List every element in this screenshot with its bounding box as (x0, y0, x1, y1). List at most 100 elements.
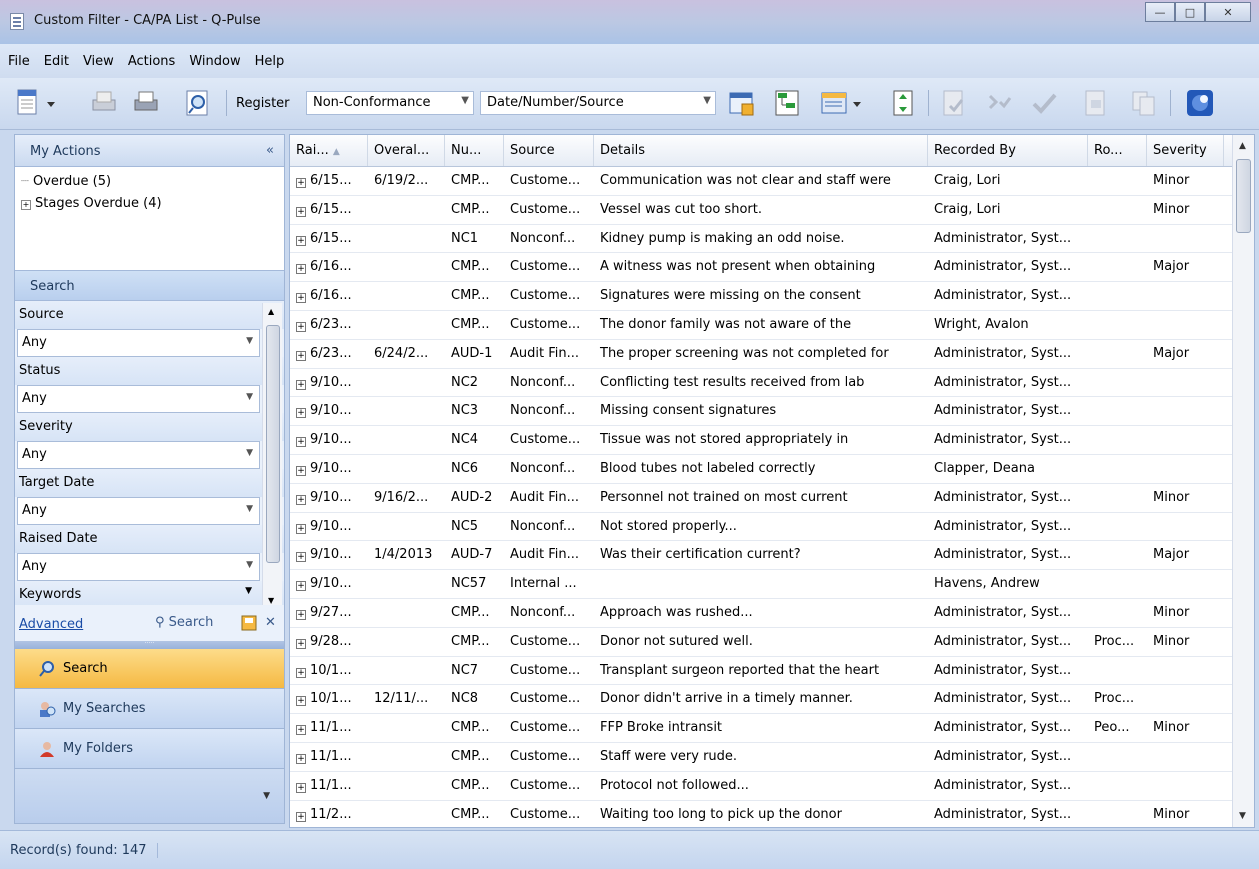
table-row[interactable]: +9/27... CMP... Nonconf... Approach was rus… (290, 599, 1254, 628)
table-row[interactable]: +10/1... 12/11/... NC8 Custome... Donor didn… (290, 685, 1254, 715)
tree-item-overdue[interactable]: ┈ Overdue (5) (21, 171, 278, 193)
expand-row-icon[interactable]: + (296, 494, 306, 505)
collapse-panel-button[interactable]: « (266, 143, 274, 158)
table-row[interactable]: +6/15... CMP... Custome... Vessel was cut t… (290, 196, 1254, 225)
chevron-down-icon[interactable]: ▼ (245, 586, 252, 596)
calendar-filter-icon[interactable] (728, 88, 756, 118)
expand-row-icon[interactable]: + (296, 667, 306, 678)
scrollbar-thumb[interactable] (266, 325, 280, 563)
column-source[interactable]: Source (504, 135, 594, 166)
menu-view[interactable]: View (83, 54, 114, 69)
table-row[interactable]: +9/10... 1/4/2013 AUD-7 Audit Fin... Was the… (290, 541, 1254, 571)
expand-row-icon[interactable]: + (296, 638, 306, 649)
print-preview-icon[interactable] (90, 88, 118, 118)
tree-item-stages-overdue[interactable]: + Stages Overdue (4) (21, 193, 278, 215)
expand-plus-icon[interactable]: + (21, 200, 31, 210)
expand-row-icon[interactable]: + (296, 379, 306, 390)
tree-view-icon[interactable] (774, 88, 802, 118)
table-row[interactable]: +6/23... CMP... Custome... The donor family… (290, 311, 1254, 340)
expand-row-icon[interactable]: + (296, 178, 306, 188)
table-row[interactable]: +6/15... NC1 Nonconf... Kidney pump is maki… (290, 225, 1254, 254)
grid-scrollbar[interactable]: ▲ ▼ (1232, 135, 1254, 827)
column-root-cause[interactable]: Ro... (1088, 135, 1147, 166)
table-row[interactable]: +11/2... CMP... Custome... Waiting too long… (290, 801, 1254, 827)
table-row[interactable]: +11/1... CMP... Custome... Staff were very … (290, 743, 1254, 772)
expand-row-icon[interactable]: + (296, 725, 306, 736)
menu-help[interactable]: Help (255, 54, 285, 69)
table-row[interactable]: +9/10... NC4 Custome... Tissue was not stor… (290, 426, 1254, 455)
expand-row-icon[interactable]: + (296, 350, 306, 361)
table-row[interactable]: +9/10... NC6 Nonconf... Blood tubes not lab… (290, 455, 1254, 484)
expand-row-icon[interactable]: + (296, 235, 306, 246)
expand-row-icon[interactable]: + (296, 321, 306, 332)
expand-row-icon[interactable]: + (296, 437, 306, 448)
expand-row-icon[interactable]: + (296, 293, 306, 304)
run-search-button[interactable]: ⚲ Search (155, 615, 213, 630)
dropdown-arrow-icon[interactable] (44, 88, 58, 118)
expand-row-icon[interactable]: + (296, 465, 306, 476)
table-row[interactable]: +10/1... NC7 Custome... Transplant surgeon … (290, 657, 1254, 686)
search-fields-scrollbar[interactable]: ▲ ▼ (262, 303, 282, 607)
nav-my-searches-button[interactable]: My Searches (15, 689, 284, 729)
column-overall[interactable]: Overal... (368, 135, 445, 166)
menu-window[interactable]: Window (189, 54, 240, 69)
save-search-icon[interactable] (241, 614, 259, 636)
expand-row-icon[interactable]: + (296, 552, 306, 563)
maximize-button[interactable]: □ (1175, 2, 1205, 22)
new-document-icon[interactable] (14, 88, 42, 118)
table-row[interactable]: +6/16... CMP... Custome... Signatures were … (290, 282, 1254, 311)
target-date-select[interactable]: Any ▼ (17, 497, 260, 525)
nav-search-button[interactable]: Search (15, 649, 284, 689)
table-row[interactable]: +6/16... CMP... Custome... A witness was no… (290, 253, 1254, 283)
sort-order-select[interactable]: Date/Number/Source ▼ (480, 91, 716, 115)
column-raised[interactable]: Rai... ▲ (290, 135, 368, 166)
expand-row-icon[interactable]: + (296, 782, 306, 793)
expand-row-icon[interactable]: + (296, 753, 306, 764)
expand-row-icon[interactable]: + (296, 264, 306, 275)
column-details[interactable]: Details (594, 135, 928, 166)
printer-icon[interactable] (132, 88, 160, 118)
expand-row-icon[interactable]: + (296, 523, 306, 534)
severity-select[interactable]: Any ▼ (17, 441, 260, 469)
scroll-down-icon[interactable]: ▼ (1239, 811, 1246, 821)
scroll-up-icon[interactable]: ▲ (1239, 141, 1246, 151)
chevron-down-icon[interactable]: ▼ (263, 791, 270, 801)
table-row[interactable]: +9/10... NC5 Nonconf... Not stored properly… (290, 513, 1254, 542)
column-severity[interactable]: Severity (1147, 135, 1224, 166)
table-row[interactable]: +6/23... 6/24/2... AUD-1 Audit Fin... The pr… (290, 340, 1254, 369)
minimize-button[interactable]: — (1145, 2, 1175, 22)
register-select[interactable]: Non-Conformance ▼ (306, 91, 474, 115)
advanced-link[interactable]: Advanced (19, 617, 83, 632)
panel-splitter-grip[interactable]: ····· (15, 641, 284, 649)
table-row[interactable]: +11/1... CMP... Custome... FFP Broke intran… (290, 714, 1254, 743)
table-row[interactable]: +6/15... 6/19/2... CMP... Custome... Communi… (290, 167, 1254, 196)
table-row[interactable]: +9/28... CMP... Custome... Donor not suture… (290, 628, 1254, 657)
qpulse-logo-icon[interactable] (1186, 88, 1214, 118)
clear-search-icon[interactable]: ✕ (265, 615, 276, 630)
table-row[interactable]: +9/10... 9/16/2... AUD-2 Audit Fin... Person… (290, 484, 1254, 513)
source-select[interactable]: Any ▼ (17, 329, 260, 357)
expand-row-icon[interactable]: + (296, 581, 306, 592)
expand-row-icon[interactable]: + (296, 811, 306, 822)
expand-row-icon[interactable]: + (296, 609, 306, 620)
menu-edit[interactable]: Edit (44, 54, 69, 69)
expand-rows-icon[interactable] (890, 88, 918, 118)
menu-actions[interactable]: Actions (128, 54, 176, 69)
table-row[interactable]: +11/1... CMP... Custome... Protocol not fol… (290, 772, 1254, 801)
expand-row-icon[interactable]: + (296, 206, 306, 217)
expand-row-icon[interactable]: + (296, 408, 306, 419)
scrollbar-thumb[interactable] (1236, 159, 1251, 233)
scroll-down-icon[interactable]: ▼ (268, 596, 274, 605)
raised-date-select[interactable]: Any ▼ (17, 553, 260, 581)
table-row[interactable]: +9/10... NC2 Nonconf... Conflicting test re… (290, 369, 1254, 398)
menu-file[interactable]: File (8, 54, 30, 69)
table-row[interactable]: +9/10... NC3 Nonconf... Missing consent sig… (290, 397, 1254, 427)
scroll-up-icon[interactable]: ▲ (268, 307, 274, 316)
report-icon[interactable] (820, 88, 848, 118)
column-number[interactable]: Nu... (445, 135, 504, 166)
find-icon[interactable] (184, 88, 212, 118)
status-select[interactable]: Any ▼ (17, 385, 260, 413)
table-row[interactable]: +9/10... NC57 Internal ... Havens, Andrew (290, 570, 1254, 599)
nav-my-folders-button[interactable]: My Folders (15, 729, 284, 769)
expand-row-icon[interactable]: + (296, 696, 306, 707)
